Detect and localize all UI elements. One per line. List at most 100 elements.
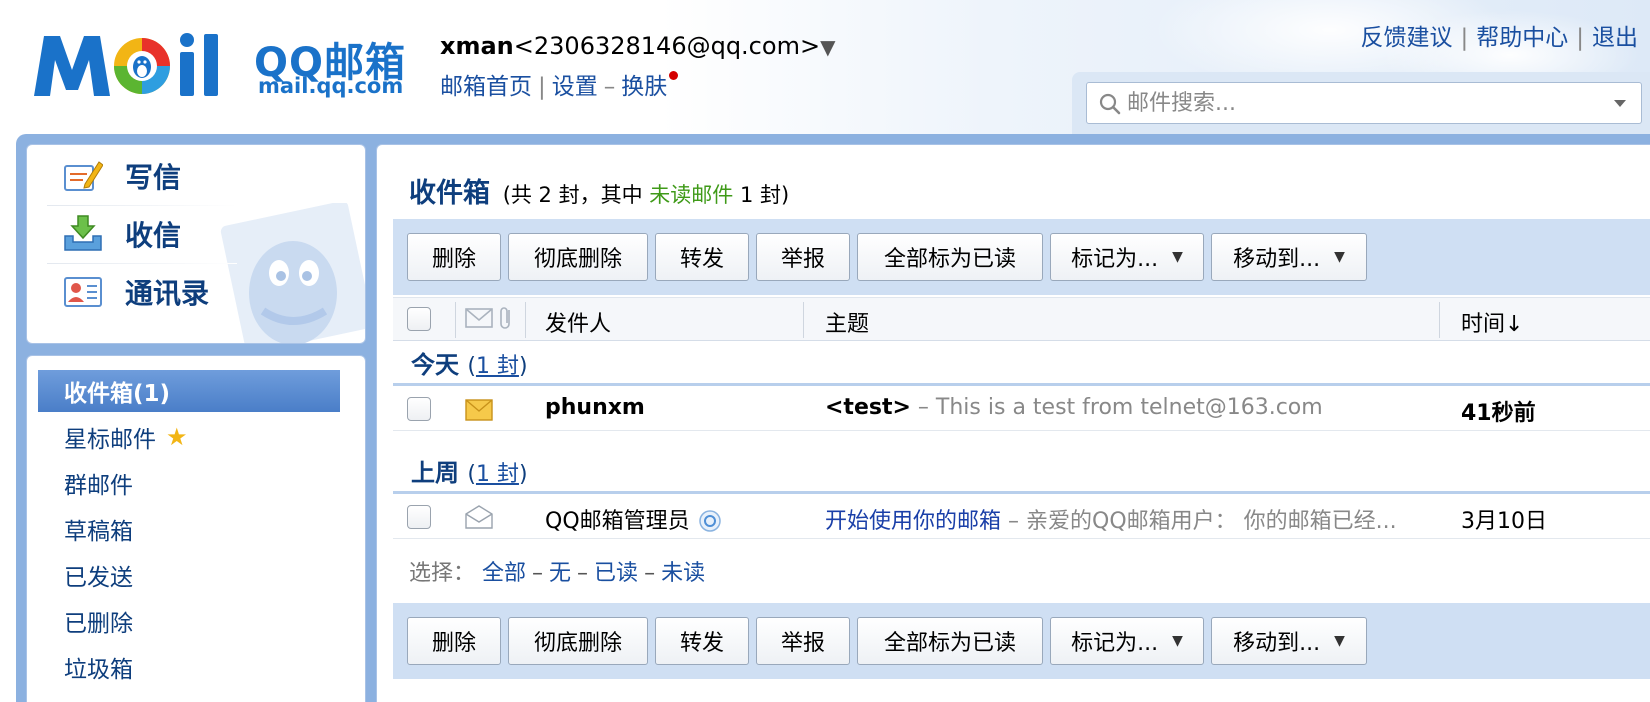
selection-bar: 选择： 全部 – 无 – 已读 – 未读 xyxy=(409,555,705,587)
group-divider xyxy=(393,491,1650,494)
mark-as-dropdown[interactable]: 标记为... ▼ xyxy=(1050,233,1204,281)
group-last-week-label: 上周 xyxy=(411,459,459,487)
mark-all-read-button[interactable]: 全部标为已读 xyxy=(857,233,1043,281)
subject-preview-separator: – xyxy=(1008,509,1027,534)
account-dropdown-icon[interactable]: ▼ xyxy=(820,35,835,59)
dash: – xyxy=(644,561,656,586)
settings-link[interactable]: 设置 xyxy=(552,74,598,100)
forward-button[interactable]: 转发 xyxy=(655,233,749,281)
move-to-dropdown[interactable]: 移动到... ▼ xyxy=(1211,617,1367,665)
mail-list-panel: 收件箱 (共 2 封，其中 未读邮件 1 封) 删除 彻底删除 转发 举报 全部… xyxy=(376,144,1650,702)
group-divider xyxy=(393,383,1650,386)
column-separator xyxy=(1439,302,1440,338)
compose-label: 写信 xyxy=(125,161,182,194)
mail-search-input[interactable] xyxy=(1127,87,1597,119)
paren: ) xyxy=(518,462,528,487)
select-all-link[interactable]: 全部 xyxy=(482,561,526,586)
mail-subject: <test> – This is a test from telnet@163.… xyxy=(825,395,1323,420)
chevron-down-icon: ▼ xyxy=(1334,633,1345,649)
folder-spam[interactable]: 垃圾箱 xyxy=(38,646,340,688)
unread-envelope-icon xyxy=(465,399,493,421)
group-today-count: (1 封) xyxy=(467,354,527,379)
mail-row-checkbox[interactable] xyxy=(407,505,431,529)
mail-logo-icon xyxy=(34,33,218,96)
group-today-label: 今天 xyxy=(411,351,459,379)
user-email: <2306328146@qq.com> xyxy=(513,32,821,60)
mark-all-read-button[interactable]: 全部标为已读 xyxy=(857,617,1043,665)
mail-row[interactable]: QQ邮箱管理员 开始使用你的邮箱 – 亲爱的QQ邮箱用户： 你的邮箱已经... … xyxy=(393,495,1650,539)
delete-forever-button[interactable]: 彻底删除 xyxy=(508,233,648,281)
nav-separator: | xyxy=(538,74,546,100)
chevron-down-icon: ▼ xyxy=(1172,249,1183,265)
select-unread-link[interactable]: 未读 xyxy=(661,561,705,586)
folder-label: 草稿箱 xyxy=(64,519,133,545)
select-read-link[interactable]: 已读 xyxy=(594,561,638,586)
group-last-week-count-link[interactable]: 1 封 xyxy=(476,462,519,487)
mailbox-home-link[interactable]: 邮箱首页 xyxy=(440,74,532,100)
inbox-title: 收件箱 xyxy=(409,178,490,209)
mail-subject-text: 开始使用你的邮箱 xyxy=(825,509,1002,534)
compose-button[interactable]: 写信 xyxy=(63,151,181,201)
mark-as-dropdown[interactable]: 标记为... ▼ xyxy=(1050,617,1204,665)
folder-label: 已发送 xyxy=(64,565,133,591)
folder-inbox[interactable]: 收件箱(1) xyxy=(38,370,340,412)
mark-as-label: 标记为... xyxy=(1071,631,1159,656)
folder-deleted[interactable]: 已删除 xyxy=(38,600,340,642)
move-to-label: 移动到... xyxy=(1233,247,1321,272)
folder-starred[interactable]: 星标邮件 ★ xyxy=(38,416,340,458)
top-links: 反馈建议 | 帮助中心 | 退出 xyxy=(1361,18,1639,52)
folder-label: 收件箱(1) xyxy=(64,381,171,407)
paren: ( xyxy=(467,462,476,487)
inbox-summary-suffix: 1 封) xyxy=(739,183,790,207)
mail-row-checkbox[interactable] xyxy=(407,397,431,421)
mail-preview: 亲爱的QQ邮箱用户： 你的邮箱已经... xyxy=(1026,509,1397,534)
folder-drafts[interactable]: 草稿箱 xyxy=(38,508,340,550)
verified-official-icon xyxy=(698,510,721,532)
select-none-link[interactable]: 无 xyxy=(549,561,571,586)
group-today: 今天 (1 封) xyxy=(411,345,528,380)
mail-sender: QQ邮箱管理员 xyxy=(545,503,721,535)
logo-text-en: mail.qq.com xyxy=(258,74,404,98)
nav-separator: – xyxy=(603,74,616,100)
mail-time: 3月10日 xyxy=(1461,509,1547,534)
forward-button[interactable]: 转发 xyxy=(655,617,749,665)
unread-mail-link[interactable]: 未读邮件 xyxy=(649,183,733,207)
contacts-label: 通讯录 xyxy=(125,277,210,310)
report-button[interactable]: 举报 xyxy=(756,233,850,281)
skin-link[interactable]: 换肤 xyxy=(621,74,667,100)
paren: ( xyxy=(467,354,476,379)
sender-column-header[interactable]: 发件人 xyxy=(545,306,611,338)
delete-button[interactable]: 删除 xyxy=(407,617,501,665)
dash: – xyxy=(532,561,544,586)
mail-row[interactable]: phunxm <test> – This is a test from teln… xyxy=(393,387,1650,431)
contacts-button[interactable]: 通讯录 xyxy=(63,267,209,317)
time-column-header[interactable]: 时间↓ xyxy=(1461,306,1523,338)
account-switcher[interactable]: xman<2306328146@qq.com>▼ xyxy=(440,32,835,60)
feedback-link[interactable]: 反馈建议 xyxy=(1361,25,1453,51)
search-options-chevron-icon[interactable] xyxy=(1613,99,1627,109)
move-to-dropdown[interactable]: 移动到... ▼ xyxy=(1211,233,1367,281)
help-center-link[interactable]: 帮助中心 xyxy=(1476,25,1568,51)
folder-label: 垃圾箱 xyxy=(64,657,133,683)
mail-sender: phunxm xyxy=(545,395,645,420)
folder-label: 已删除 xyxy=(64,611,133,637)
user-name: xman xyxy=(440,32,514,60)
qq-mail-logo[interactable]: QQ邮箱 mail.qq.com xyxy=(32,30,412,100)
folder-group-mail[interactable]: 群邮件 xyxy=(38,462,340,504)
logout-link[interactable]: 退出 xyxy=(1592,25,1638,51)
mail-sender-name: QQ邮箱管理员 xyxy=(545,509,690,534)
attachment-column-icon[interactable] xyxy=(499,305,515,331)
receive-mail-button[interactable]: 收信 xyxy=(63,209,181,259)
subject-column-header[interactable]: 主题 xyxy=(825,306,869,338)
group-last-week-count: (1 封) xyxy=(467,462,527,487)
report-button[interactable]: 举报 xyxy=(756,617,850,665)
link-separator: | xyxy=(1576,25,1584,51)
folder-sent[interactable]: 已发送 xyxy=(38,554,340,596)
list-header: 发件人 主题 时间↓ xyxy=(393,297,1650,341)
read-status-column-icon[interactable] xyxy=(465,306,495,330)
select-all-checkbox[interactable] xyxy=(407,307,431,331)
delete-forever-button[interactable]: 彻底删除 xyxy=(508,617,648,665)
delete-button[interactable]: 删除 xyxy=(407,233,501,281)
search-box[interactable] xyxy=(1086,82,1642,124)
group-today-count-link[interactable]: 1 封 xyxy=(476,354,519,379)
